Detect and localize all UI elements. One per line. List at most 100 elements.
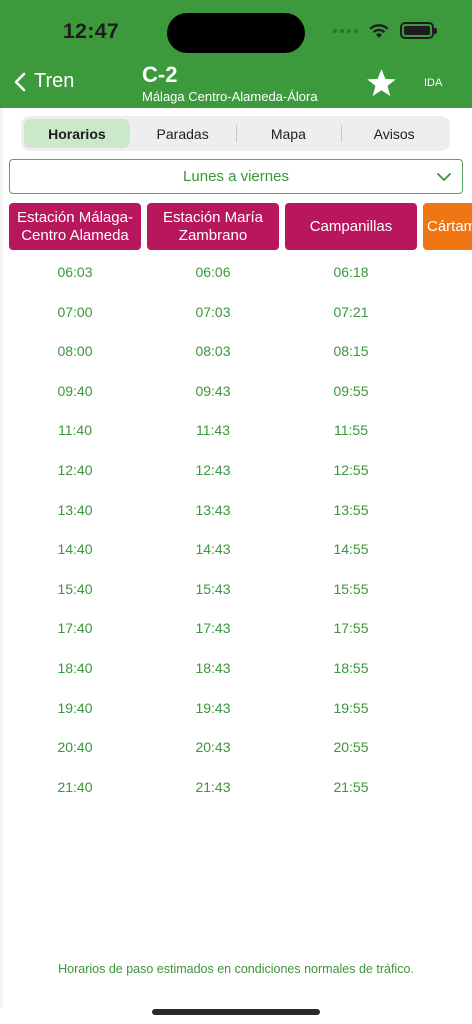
home-indicator: [152, 1009, 320, 1015]
departure-time: 21:43: [195, 778, 231, 795]
departure-time: 11:40: [58, 422, 92, 439]
departure-time: 08:00: [57, 343, 93, 360]
schedule-row: 11:40 11:43 11:55 1: [0, 412, 472, 452]
departure-time: 11:55: [334, 422, 368, 439]
departure-time: 18:40: [57, 660, 93, 676]
departure-time: 18:55: [333, 660, 369, 676]
direction-toggle[interactable]: IDA: [424, 77, 442, 89]
departure-time: 06:18: [333, 264, 369, 280]
departure-time: 0: [423, 343, 472, 359]
departure-time: 21:55: [333, 778, 369, 795]
status-icons: [333, 22, 437, 39]
schedule-table: 06:0306:0606:18007:0007:0307:21008:0008:…: [0, 254, 472, 814]
departure-time: 2: [423, 739, 472, 755]
dynamic-island: [167, 13, 305, 53]
departure-time: 13:55: [333, 501, 369, 518]
departure-time: 07:03: [195, 303, 231, 320]
departure-time: 0: [423, 264, 472, 280]
departure-time: 09:43: [195, 382, 231, 399]
departure-time: 09:40: [57, 382, 93, 399]
departure-time: 15:43: [195, 580, 231, 597]
departure-time: 15:55: [333, 580, 369, 597]
departure-time: 1: [423, 541, 472, 557]
status-time: 12:47: [63, 20, 120, 43]
departure-time: 19:43: [195, 699, 231, 716]
tab-mapa[interactable]: Mapa: [235, 119, 342, 148]
departure-time: 14:43: [195, 541, 231, 558]
back-button[interactable]: Tren: [14, 70, 74, 93]
departure-time: 20:40: [57, 739, 93, 756]
departure-time: 08:15: [333, 343, 369, 360]
departure-time: 12:55: [333, 462, 369, 478]
departure-time: 07:00: [57, 303, 93, 320]
departure-time: 17:55: [333, 620, 369, 637]
schedule-row: 09:40 09:43 09:55 0: [0, 373, 472, 413]
day-type-dropdown[interactable]: Lunes a viernes: [9, 159, 463, 194]
departure-time: 1: [423, 462, 472, 478]
departure-time: 13:40: [57, 501, 93, 518]
departure-time: 2: [423, 779, 472, 795]
departure-time: 12:40: [57, 462, 93, 478]
station-header-row: Estación Málaga- Centro Alameda Estación…: [9, 203, 472, 250]
app-screen: 12:47 Tren C-2 Málaga Centro-Alameda-Álo…: [0, 0, 472, 1024]
schedule-row: 12:40 12:43 12:55 1: [0, 452, 472, 492]
schedule-row: 19:40 19:43 19:55 1: [0, 690, 472, 730]
departure-time: 13:43: [195, 501, 231, 518]
schedule-row: 07:00 07:03 07:21 0: [0, 294, 472, 334]
line-subtitle: Málaga Centro-Alameda-Álora: [142, 89, 318, 104]
departure-time: 11:43: [196, 422, 230, 439]
departure-time: 1: [423, 581, 472, 597]
schedule-row: 13:40 13:43 13:55 1: [0, 492, 472, 532]
departure-time: 17:43: [195, 620, 231, 637]
departure-time: 19:55: [333, 699, 369, 716]
star-icon[interactable]: [365, 68, 398, 99]
schedule-row: 21:40 21:43 21:55 2: [0, 769, 472, 809]
departure-time: 12:43: [195, 462, 231, 478]
departure-time: 20:43: [195, 739, 231, 756]
wifi-icon: [369, 23, 389, 38]
departure-time: 18:43: [195, 660, 231, 676]
station-campanillas[interactable]: Campanillas: [285, 203, 417, 250]
chevron-left-icon: [14, 72, 26, 91]
departure-time: 09:55: [333, 382, 369, 399]
station-cartama[interactable]: Cártam: [423, 203, 472, 250]
tab-avisos[interactable]: Avisos: [341, 119, 447, 148]
schedule-row: 15:40 15:43 15:55 1: [0, 571, 472, 611]
battery-icon: [400, 22, 437, 39]
schedule-row: 14:40 14:43 14:55 1: [0, 531, 472, 571]
schedule-row: 20:40 20:43 20:55 2: [0, 729, 472, 769]
departure-time: 1: [423, 422, 472, 438]
line-title: C-2: [142, 62, 178, 87]
departure-time: 1: [423, 660, 472, 676]
departure-time: 1: [423, 620, 472, 636]
schedule-row: 18:40 18:43 18:55 1: [0, 650, 472, 690]
tab-horarios[interactable]: Horarios: [24, 119, 130, 148]
departure-time: 17:40: [57, 620, 93, 637]
departure-time: 21:40: [57, 778, 93, 795]
departure-time: 06:06: [195, 264, 231, 280]
schedule-row: 08:00 08:03 08:15 0: [0, 333, 472, 373]
departure-time: 1: [423, 700, 472, 716]
departure-time: 20:55: [333, 739, 369, 756]
segmented-tabs: Horarios Paradas Mapa Avisos: [21, 116, 450, 151]
departure-time: 07:21: [333, 303, 369, 320]
departure-time: 15:40: [57, 580, 93, 597]
back-label: Tren: [34, 70, 75, 92]
departure-time: 14:55: [333, 541, 369, 558]
signal-icon: [333, 28, 358, 33]
departure-time: 19:40: [57, 699, 93, 716]
station-maria-zambrano[interactable]: Estación María Zambrano: [147, 203, 279, 250]
tab-paradas[interactable]: Paradas: [130, 119, 236, 148]
station-malaga-centro-alameda[interactable]: Estación Málaga- Centro Alameda: [9, 203, 141, 250]
departure-time: 06:03: [57, 264, 93, 280]
departure-time: 0: [423, 304, 472, 320]
departure-time: 14:40: [57, 541, 93, 558]
nav-header: 12:47 Tren C-2 Málaga Centro-Alameda-Álo…: [0, 0, 472, 108]
schedule-row: 06:03 06:06 06:18 0: [0, 254, 472, 294]
departure-time: 08:03: [195, 343, 231, 360]
schedule-row: 17:40 17:43 17:55 1: [0, 610, 472, 650]
day-type-value: Lunes a viernes: [183, 168, 289, 185]
footer-note: Horarios de paso estimados en condicione…: [58, 962, 414, 976]
departure-time: 1: [423, 502, 472, 518]
chevron-down-icon: [437, 173, 451, 181]
